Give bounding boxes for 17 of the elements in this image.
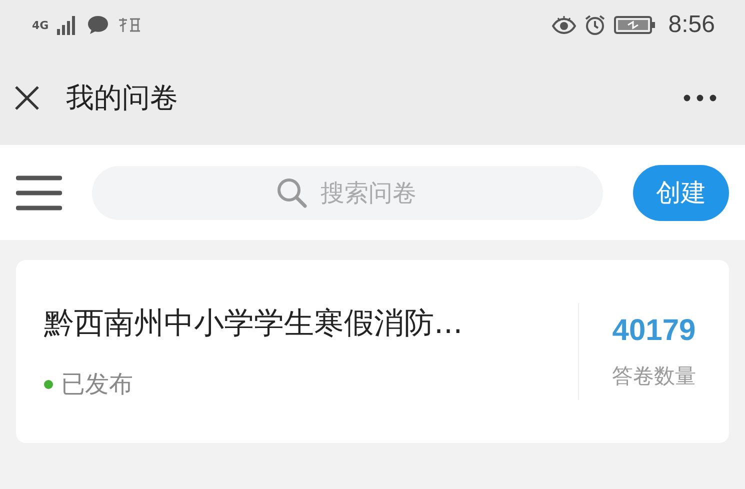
survey-status: 已发布 [61, 369, 133, 400]
app-notification-icon [116, 16, 143, 34]
battery-icon [614, 16, 656, 34]
alarm-clock-icon [584, 14, 606, 36]
chat-bubble-icon [86, 15, 109, 35]
survey-title: 黔西南州中小学学生寒假消防... [44, 305, 464, 343]
network-type: 4G [32, 18, 49, 32]
page-title: 我的问卷 [66, 80, 179, 116]
search-field[interactable]: 搜索问卷 [92, 166, 603, 220]
response-count-label: 答卷数量 [612, 362, 696, 390]
close-button[interactable] [14, 84, 40, 110]
response-count: 40179 [612, 314, 696, 348]
eye-icon [552, 16, 576, 34]
clock-time: 8:56 [668, 11, 715, 39]
survey-card[interactable]: 黔西南州中小学学生寒假消防... 已发布 40179 答卷数量 [16, 260, 729, 443]
more-options-button[interactable] [683, 94, 717, 102]
menu-button[interactable] [16, 174, 62, 210]
